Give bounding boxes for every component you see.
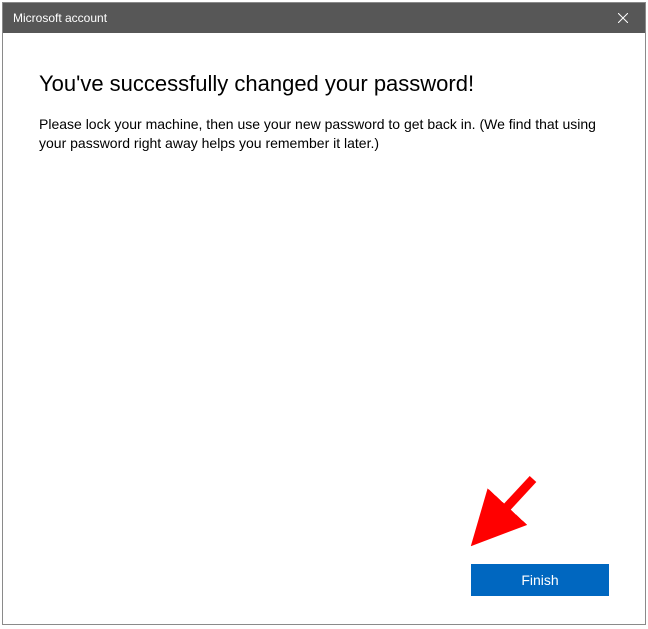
footer: Finish bbox=[471, 564, 609, 596]
dialog-window: Microsoft account You've successfully ch… bbox=[2, 2, 646, 625]
close-button[interactable] bbox=[600, 3, 645, 33]
close-icon bbox=[618, 13, 628, 23]
finish-button[interactable]: Finish bbox=[471, 564, 609, 596]
title-bar: Microsoft account bbox=[3, 3, 645, 33]
page-heading: You've successfully changed your passwor… bbox=[39, 71, 609, 97]
arrow-annotation-icon bbox=[455, 469, 545, 559]
content-area: You've successfully changed your passwor… bbox=[3, 33, 645, 624]
window-title: Microsoft account bbox=[13, 11, 107, 25]
body-text: Please lock your machine, then use your … bbox=[39, 115, 609, 153]
